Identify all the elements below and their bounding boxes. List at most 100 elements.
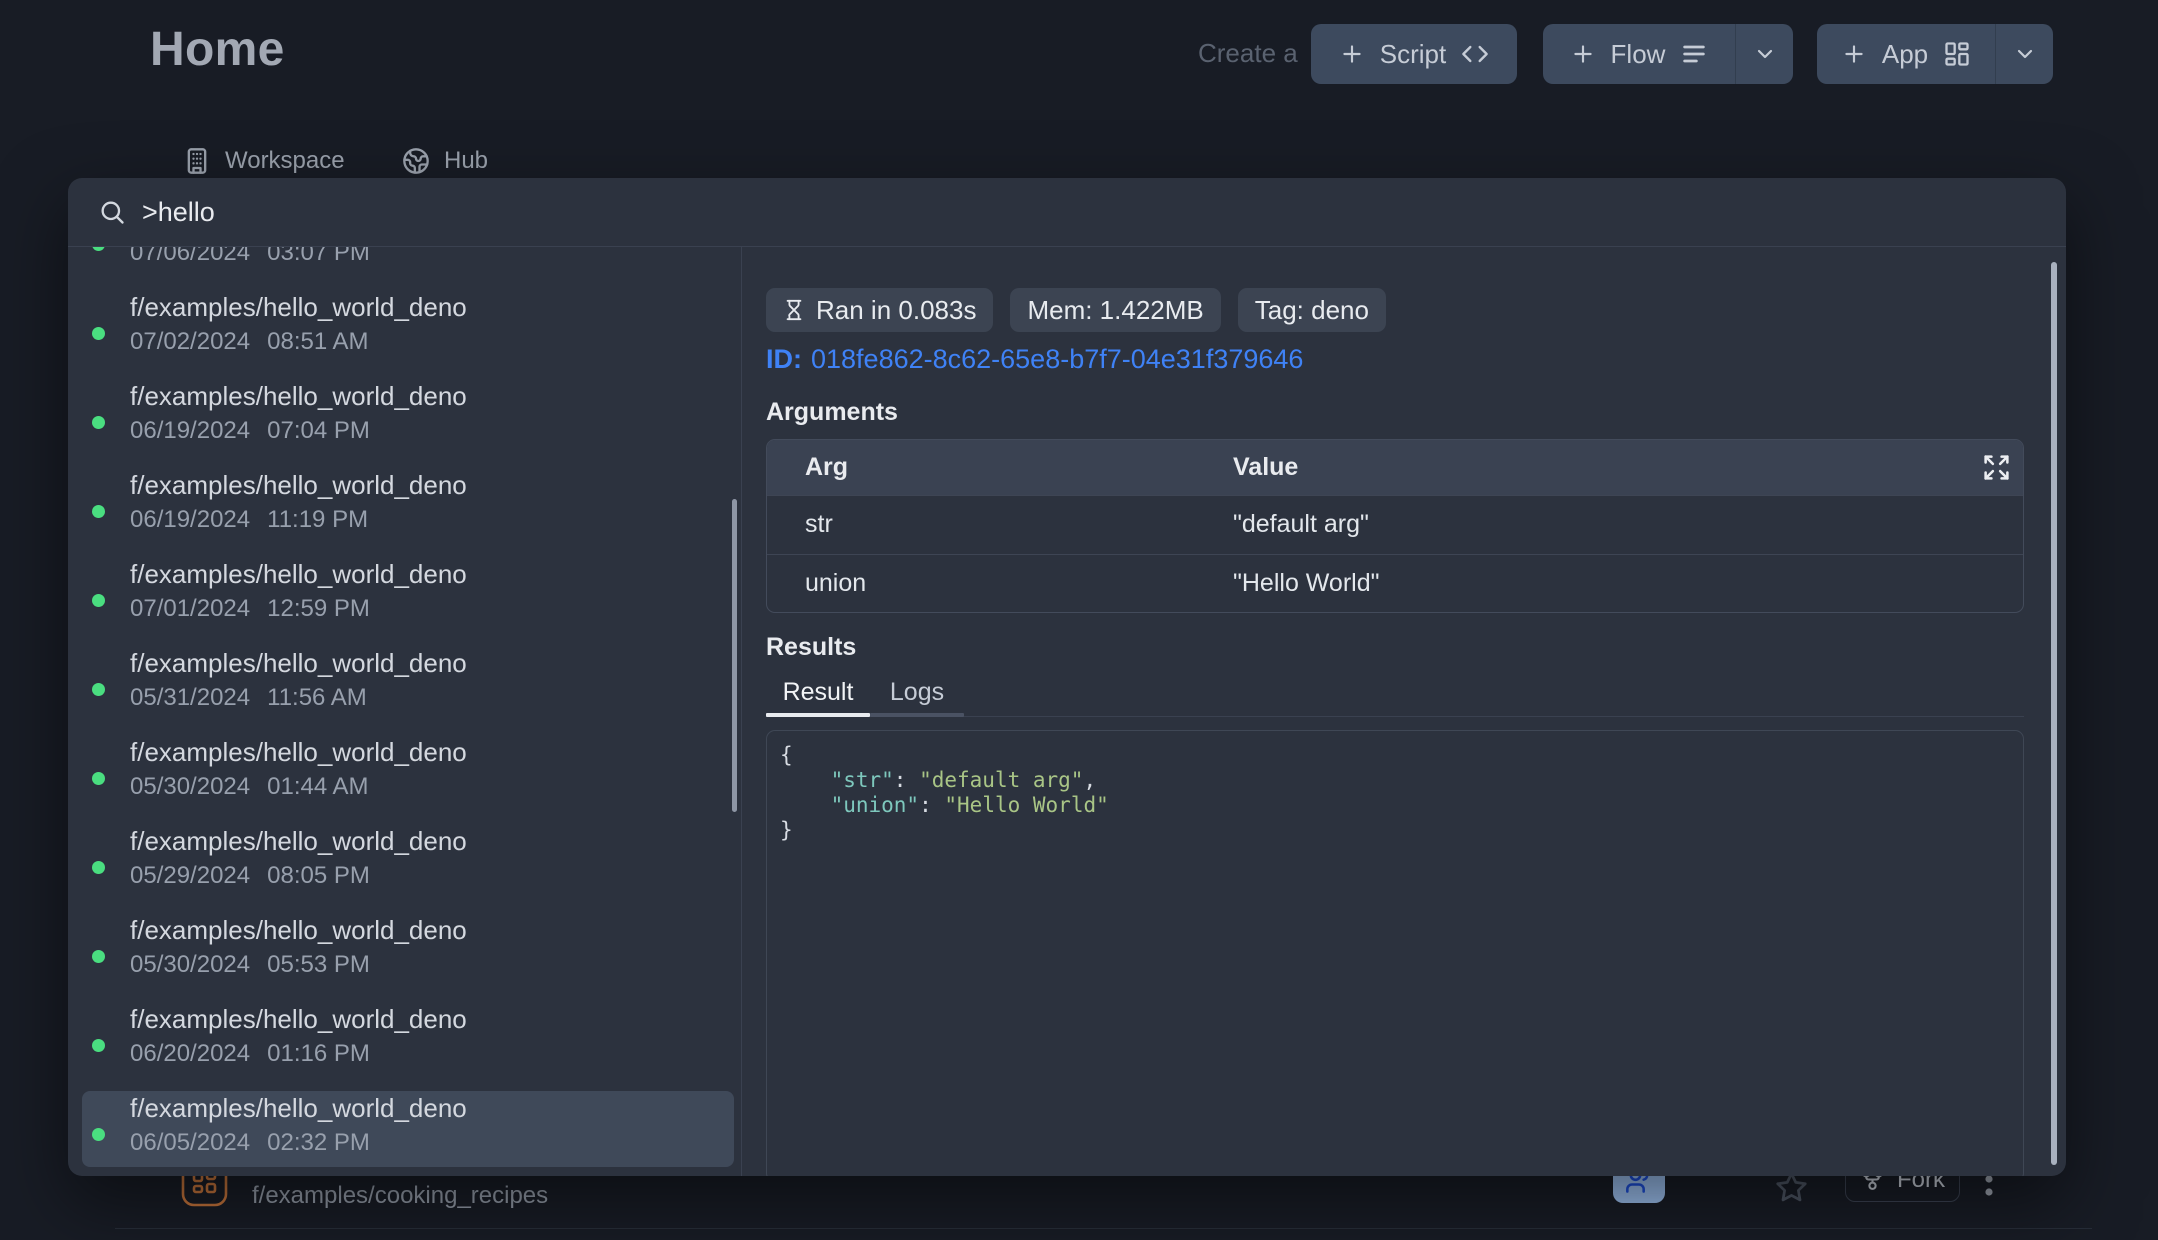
- tab-result[interactable]: Result: [766, 678, 870, 707]
- plus-icon: [1339, 41, 1365, 67]
- run-list-item[interactable]: f/examples/hello_world_deno 06/19/2024 11…: [68, 468, 741, 557]
- memory-badge-label: Mem: 1.422MB: [1027, 295, 1203, 326]
- create-app-button[interactable]: App: [1817, 24, 2053, 84]
- background-item-path: f/examples/cooking_recipes: [252, 1182, 548, 1210]
- run-time: 11:19 PM: [267, 506, 368, 533]
- run-list-item[interactable]: f/examples/hello_world_deno 07/02/202408…: [68, 290, 741, 379]
- run-date: 06/05/2024: [130, 1129, 250, 1156]
- arguments-table: Arg Value str"default arg"union"Hello Wo…: [766, 439, 2024, 613]
- run-success-dot: [92, 950, 105, 963]
- code-line: }: [780, 818, 2023, 843]
- run-date: 05/30/2024: [130, 773, 250, 800]
- code-line: "str": "default arg",: [780, 768, 2023, 793]
- active-tab-indicator: [766, 713, 870, 717]
- run-date: 05/29/2024: [130, 862, 250, 889]
- run-path: f/examples/hello_world_deno: [130, 381, 467, 412]
- run-success-dot: [92, 772, 105, 785]
- run-time: 11:56 AM: [267, 684, 367, 711]
- run-path: f/examples/hello_world_deno: [130, 915, 467, 946]
- arg-column-header: Arg: [805, 453, 848, 482]
- create-app-main[interactable]: App: [1817, 24, 1995, 84]
- run-time: 03:07 PM: [267, 247, 370, 266]
- search-icon: [98, 198, 126, 226]
- code-line: {: [780, 743, 2023, 768]
- run-badges: Ran in 0.083s Mem: 1.422MB Tag: deno: [766, 288, 1386, 332]
- run-date: 06/19/2024: [130, 506, 250, 533]
- run-list-item[interactable]: f/examples/hello_world_deno 06/20/2024 01…: [68, 1002, 741, 1091]
- run-list-item[interactable]: f/examples/hello_world_deno 06/19/202407…: [68, 379, 741, 468]
- flow-list-icon: [1680, 40, 1708, 68]
- tab-hub[interactable]: Hub: [402, 143, 488, 179]
- run-path: f/examples/hello_world_deno: [130, 470, 467, 501]
- run-date: 07/02/2024: [130, 328, 250, 355]
- create-flow-button[interactable]: Flow: [1543, 24, 1793, 84]
- chevron-down-icon: [1753, 42, 1777, 66]
- run-path: f/examples/hello_world_deno: [130, 292, 467, 323]
- create-script-button[interactable]: Script: [1311, 24, 1517, 84]
- run-path: f/examples/hello_world_deno: [130, 737, 467, 768]
- plus-icon: [1841, 41, 1867, 67]
- run-time: 01:16 PM: [267, 1040, 370, 1067]
- result-tabs: Result Logs: [766, 678, 964, 707]
- globe-icon: [402, 147, 430, 175]
- run-list-item[interactable]: f/examples/hello_world_deno 05/30/2024 05…: [68, 913, 741, 1002]
- run-id-value: 018fe862-8c62-65e8-b7f7-04e31f379646: [811, 344, 1303, 374]
- run-date: 07/01/2024: [130, 595, 250, 622]
- code-icon: [1461, 40, 1489, 68]
- value-column-header: Value: [1233, 453, 1298, 482]
- modal-scrollbar[interactable]: [2051, 262, 2057, 1165]
- create-flow-main[interactable]: Flow: [1543, 24, 1735, 84]
- run-list-item[interactable]: f/examples/hello_world_deno 06/05/202402…: [68, 1091, 741, 1176]
- tag-badge: Tag: deno: [1238, 288, 1386, 332]
- argument-value: "Hello World": [1233, 569, 1380, 598]
- dashboard-icon: [1943, 40, 1971, 68]
- run-path: f/examples/hello_world_deno: [130, 826, 467, 857]
- run-list-item[interactable]: f/examples/hello_world_deno 07/01/2024 12…: [68, 557, 741, 646]
- run-list-item[interactable]: f/examples/hello_world_deno 05/30/2024 01…: [68, 735, 741, 824]
- run-success-dot: [92, 1039, 105, 1052]
- app-dropdown-toggle[interactable]: [1996, 24, 2053, 84]
- run-time: 05:53 PM: [267, 951, 370, 978]
- run-success-dot: [92, 861, 105, 874]
- run-date: 07/06/2024: [130, 247, 250, 266]
- run-success-dot: [92, 1128, 105, 1141]
- run-time: 12:59 PM: [267, 595, 370, 622]
- expand-icon[interactable]: [1982, 453, 2011, 482]
- run-id-link[interactable]: ID:018fe862-8c62-65e8-b7f7-04e31f379646: [766, 344, 1303, 375]
- run-date: 06/20/2024: [130, 1040, 250, 1067]
- run-list-item[interactable]: f/examples/hello_world_deno 05/29/2024 08…: [68, 824, 741, 913]
- page-title: Home: [150, 22, 285, 77]
- tab-workspace[interactable]: Workspace: [183, 143, 345, 179]
- run-list-item[interactable]: f/examples/hello_world_deno 05/31/202411…: [68, 646, 741, 735]
- run-path: f/examples/hello_world_deno: [130, 559, 467, 590]
- argument-name: str: [805, 510, 833, 539]
- run-time: 02:32 PM: [267, 1129, 370, 1156]
- tab-workspace-label: Workspace: [225, 147, 345, 175]
- run-success-dot: [92, 505, 105, 518]
- code-line: "union": "Hello World": [780, 793, 2023, 818]
- tab-hub-label: Hub: [444, 147, 488, 175]
- run-time: 08:05 PM: [267, 862, 370, 889]
- arguments-title: Arguments: [766, 398, 898, 427]
- run-list-item[interactable]: f/examples/hello_world_deno 07/06/202403…: [68, 247, 741, 290]
- search-input[interactable]: >hello: [142, 197, 215, 228]
- hourglass-icon: [783, 299, 805, 321]
- runs-list-scrollbar[interactable]: [732, 499, 737, 812]
- flow-dropdown-toggle[interactable]: [1736, 24, 1793, 84]
- run-path: f/examples/hello_world_deno: [130, 1004, 467, 1035]
- runs-list: f/examples/hello_world_deno 07/06/2024 03…: [68, 247, 741, 1176]
- create-flow-label: Flow: [1611, 39, 1666, 70]
- tab-logs[interactable]: Logs: [870, 678, 964, 707]
- create-app-label: App: [1882, 39, 1928, 70]
- memory-badge: Mem: 1.422MB: [1010, 288, 1220, 332]
- run-time: 01:44 AM: [267, 773, 368, 800]
- run-success-dot: [92, 327, 105, 340]
- run-date: 05/30/2024: [130, 951, 250, 978]
- run-time: 07:04 PM: [267, 417, 370, 444]
- duration-badge-label: Ran in 0.083s: [816, 295, 976, 326]
- tag-badge-label: Tag: deno: [1255, 295, 1369, 326]
- results-title: Results: [766, 633, 856, 662]
- result-json-viewer[interactable]: { "str": "default arg", "union": "Hello …: [766, 730, 2024, 1176]
- argument-name: union: [805, 569, 866, 598]
- search-bar[interactable]: >hello: [68, 178, 2066, 247]
